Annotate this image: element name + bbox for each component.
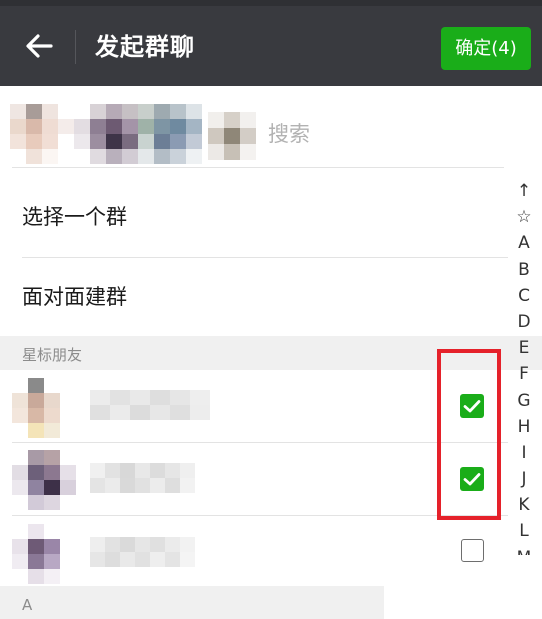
- index-letter[interactable]: F: [510, 361, 538, 387]
- status-bar: [0, 0, 542, 6]
- index-letter[interactable]: I: [510, 440, 538, 466]
- search-divider: [12, 167, 504, 168]
- section-label: 星标朋友: [22, 346, 83, 364]
- selected-avatar[interactable]: [138, 104, 202, 164]
- top-bar: 发起群聊 确定(4): [0, 0, 542, 86]
- contact-name: [90, 390, 210, 420]
- index-letter[interactable]: ☆: [510, 204, 538, 230]
- page-title: 发起群聊: [95, 33, 195, 61]
- index-letter[interactable]: ↑: [510, 178, 538, 204]
- checkbox-highlight-box: [437, 349, 501, 520]
- confirm-button[interactable]: 确定(4): [441, 27, 531, 70]
- face-to-face-group-item[interactable]: 面对面建群: [22, 282, 127, 312]
- selected-avatar[interactable]: [208, 112, 256, 160]
- selected-avatar[interactable]: [74, 104, 138, 164]
- index-letter[interactable]: D: [510, 309, 538, 335]
- index-letter[interactable]: K: [510, 492, 538, 518]
- index-letter[interactable]: L: [510, 518, 538, 544]
- header-divider: [75, 30, 76, 64]
- index-letter[interactable]: E: [510, 335, 538, 361]
- search-input[interactable]: 搜索: [268, 118, 310, 150]
- selected-avatar[interactable]: [10, 104, 74, 164]
- index-letter[interactable]: A: [510, 230, 538, 256]
- contact-checkbox[interactable]: [461, 539, 484, 562]
- back-arrow-icon[interactable]: [24, 31, 54, 61]
- index-letter[interactable]: J: [510, 466, 538, 492]
- menu-divider: [22, 257, 508, 258]
- row-divider: [12, 442, 508, 443]
- index-letter[interactable]: C: [510, 283, 538, 309]
- alphabet-index-bar[interactable]: ↑ ☆ A B C D E F G H I J K L M: [510, 178, 538, 555]
- index-letter[interactable]: G: [510, 388, 538, 414]
- contact-avatar: [12, 450, 76, 510]
- contact-name: [90, 463, 195, 493]
- contact-name: [90, 537, 195, 567]
- section-label: A: [22, 596, 33, 614]
- section-header-a: A: [0, 586, 384, 619]
- row-divider: [12, 515, 508, 516]
- contact-avatar: [12, 378, 76, 438]
- index-letter[interactable]: B: [510, 257, 538, 283]
- select-a-group-item[interactable]: 选择一个群: [22, 202, 127, 232]
- contact-avatar: [12, 524, 76, 584]
- index-letter[interactable]: M: [510, 545, 538, 555]
- index-letter[interactable]: H: [510, 414, 538, 440]
